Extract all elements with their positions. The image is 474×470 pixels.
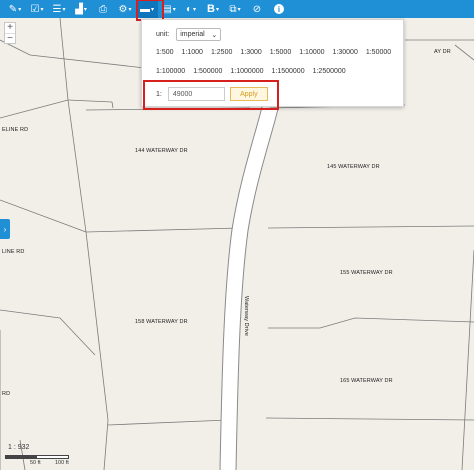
street-label-waterway: AY DR (434, 49, 451, 55)
custom-scale-prefix: 1: (156, 90, 162, 98)
check-square-icon: ☑ (30, 3, 40, 15)
chart-tool-button[interactable]: ▟ ▾ (70, 0, 92, 18)
scale-option[interactable]: 1:2500 (211, 49, 232, 56)
info-icon: i (274, 4, 284, 14)
caret-down-icon: ▾ (172, 6, 176, 13)
scale-option[interactable]: 1:1500000 (272, 68, 305, 75)
parcel-label-155: 155 WATERWAY DR (340, 270, 393, 276)
street-label-rd: RD (2, 391, 11, 397)
scale-popup: unit: imperial ⌄ 1:500 1:1000 1:2500 1:3000… (141, 19, 404, 107)
caret-down-icon: ▾ (215, 6, 219, 13)
ban-icon: ⊘ (252, 3, 262, 15)
custom-scale-row: 1: 49000 Apply (156, 87, 268, 101)
scale-option[interactable]: 1:1000 (182, 49, 203, 56)
scale-option[interactable]: 1:3000 (240, 49, 261, 56)
pencil-icon: ✎ (8, 3, 18, 15)
caret-down-icon: ▾ (18, 6, 22, 13)
caret-down-icon: ▾ (237, 6, 241, 13)
street-label-line-rd: LINE RD (2, 249, 25, 255)
parcel-label-165: 165 WATERWAY DR (340, 378, 393, 384)
contrast-tool-button[interactable]: ◐ ▾ (180, 0, 202, 18)
scale-icon: ▬ (139, 3, 150, 15)
scale-tick-100: 100 ft (55, 460, 69, 466)
caret-down-icon: ▾ (128, 6, 132, 13)
share-icon: ⚙ (118, 3, 128, 15)
parcel-label-144: 144 WATERWAY DR (135, 148, 188, 154)
caret-down-icon: ▾ (83, 6, 87, 13)
scale-tick-50: 50 ft (30, 460, 41, 466)
chevron-down-icon: ⌄ (211, 31, 218, 39)
scale-ratio-text: 1 : 932 (8, 444, 30, 451)
zoom-in-button[interactable]: + (5, 23, 15, 33)
scale-option[interactable]: 1:50000 (366, 49, 391, 56)
table-icon: ▤ (162, 3, 172, 15)
table-tool-button[interactable]: ▤ ▾ (158, 0, 180, 18)
caret-down-icon: ▾ (150, 6, 154, 13)
caret-down-icon: ▾ (40, 6, 44, 13)
bold-tool-button[interactable]: B ▾ (202, 0, 224, 18)
caret-down-icon: ▾ (62, 6, 66, 13)
street-label-eline-rd: ELINE RD (2, 127, 29, 133)
info-button[interactable]: i (268, 0, 290, 18)
scale-option[interactable]: 1:500 (156, 49, 174, 56)
parcel-label-158: 158 WATERWAY DR (135, 319, 188, 325)
select-tool-button[interactable]: ☑ ▾ (26, 0, 48, 18)
unit-select[interactable]: imperial ⌄ (176, 28, 222, 41)
copy-icon: ⧉ (229, 3, 237, 15)
scale-option[interactable]: 1:10000 (299, 49, 324, 56)
scale-bar (5, 455, 69, 459)
print-icon: ⎙ (99, 3, 107, 15)
print-button[interactable]: ⎙ (92, 0, 114, 18)
draw-tool-button[interactable]: ✎ ▾ (4, 0, 26, 18)
zoom-out-button[interactable]: − (5, 33, 15, 44)
copy-tool-button[interactable]: ⧉ ▾ (224, 0, 246, 18)
chart-icon: ▟ (75, 3, 83, 15)
scale-tool-button[interactable]: ▬ ▾ (136, 0, 158, 18)
scale-option[interactable]: 1:500000 (193, 68, 222, 75)
parcel-label-145: 145 WATERWAY DR (327, 164, 380, 170)
road-label-waterway-drive: Waterway Drive (243, 296, 249, 337)
scale-options-row-2: 1:100000 1:500000 1:1000000 1:1500000 1:2500… (156, 68, 354, 75)
unit-label: unit: (156, 31, 170, 38)
custom-scale-input[interactable]: 49000 (167, 87, 225, 101)
caret-down-icon: ▾ (193, 6, 197, 13)
scale-option[interactable]: 1:2500000 (313, 68, 346, 75)
unit-row: unit: imperial ⌄ (156, 28, 222, 41)
contrast-icon: ◐ (185, 3, 193, 15)
apply-button[interactable]: Apply (229, 87, 268, 101)
unit-select-value: imperial (180, 31, 205, 38)
bold-icon: B (207, 3, 215, 15)
zoom-control: + − (4, 22, 16, 44)
scale-option[interactable]: 1:30000 (333, 49, 358, 56)
scale-option[interactable]: 1:100000 (156, 68, 185, 75)
scale-option[interactable]: 1:1000000 (230, 68, 263, 75)
list-tool-button[interactable]: ☰ ▾ (48, 0, 70, 18)
scale-options-row-1: 1:500 1:1000 1:2500 1:3000 1:5000 1:10000 1:30… (156, 49, 399, 56)
share-tool-button[interactable]: ⚙ ▾ (114, 0, 136, 18)
clear-button[interactable]: ⊘ (246, 0, 268, 18)
toolbar: ✎ ▾ ☑ ▾ ☰ ▾ ▟ ▾ ⎙ ⚙ ▾ ▬ ▾ ▤ ▾ ◐ ▾ B ▾ ⧉ ▾ ⊘ i (0, 0, 474, 18)
side-panel-toggle[interactable]: › (0, 219, 10, 239)
list-icon: ☰ (52, 3, 62, 15)
scale-option[interactable]: 1:5000 (270, 49, 291, 56)
